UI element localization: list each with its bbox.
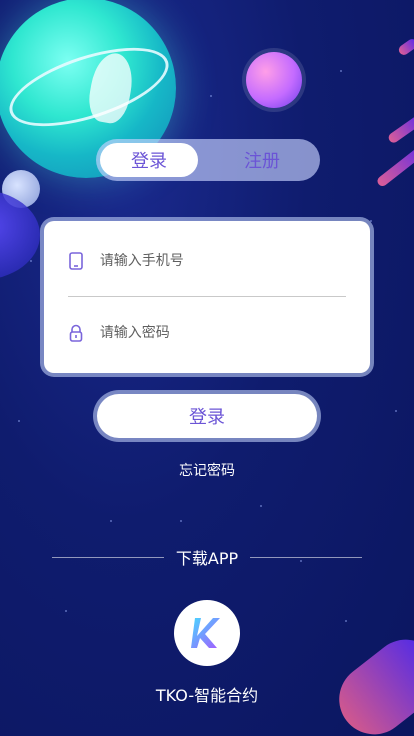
login-button[interactable]: 登录 [97, 394, 317, 438]
comet-illustration [386, 113, 414, 145]
phone-input[interactable] [97, 252, 346, 270]
left-planet-illustration [0, 190, 40, 280]
tab-login[interactable]: 登录 [100, 143, 198, 177]
download-section-header: 下载APP [52, 545, 362, 569]
lock-icon [68, 324, 84, 342]
meteor-illustration [325, 625, 414, 736]
download-app-label: 下载APP [175, 549, 239, 568]
comet-illustration [375, 141, 414, 189]
divider-line-left [52, 556, 164, 558]
password-field [68, 313, 346, 353]
phone-field [68, 241, 346, 281]
divider-line-right [250, 556, 362, 558]
tab-register[interactable]: 注册 [208, 143, 316, 177]
login-form-card [44, 221, 370, 373]
comet-illustration [396, 37, 414, 57]
k-logo-icon[interactable] [174, 600, 240, 666]
purple-planet-illustration [246, 52, 302, 108]
forgot-password-link[interactable]: 忘记密码 [0, 460, 414, 480]
auth-tabs: 登录 注册 [96, 139, 320, 181]
field-divider [68, 296, 346, 297]
phone-icon [68, 252, 84, 270]
app-name-text: TKO-智能合约 [155, 686, 259, 705]
password-input[interactable] [97, 324, 346, 342]
